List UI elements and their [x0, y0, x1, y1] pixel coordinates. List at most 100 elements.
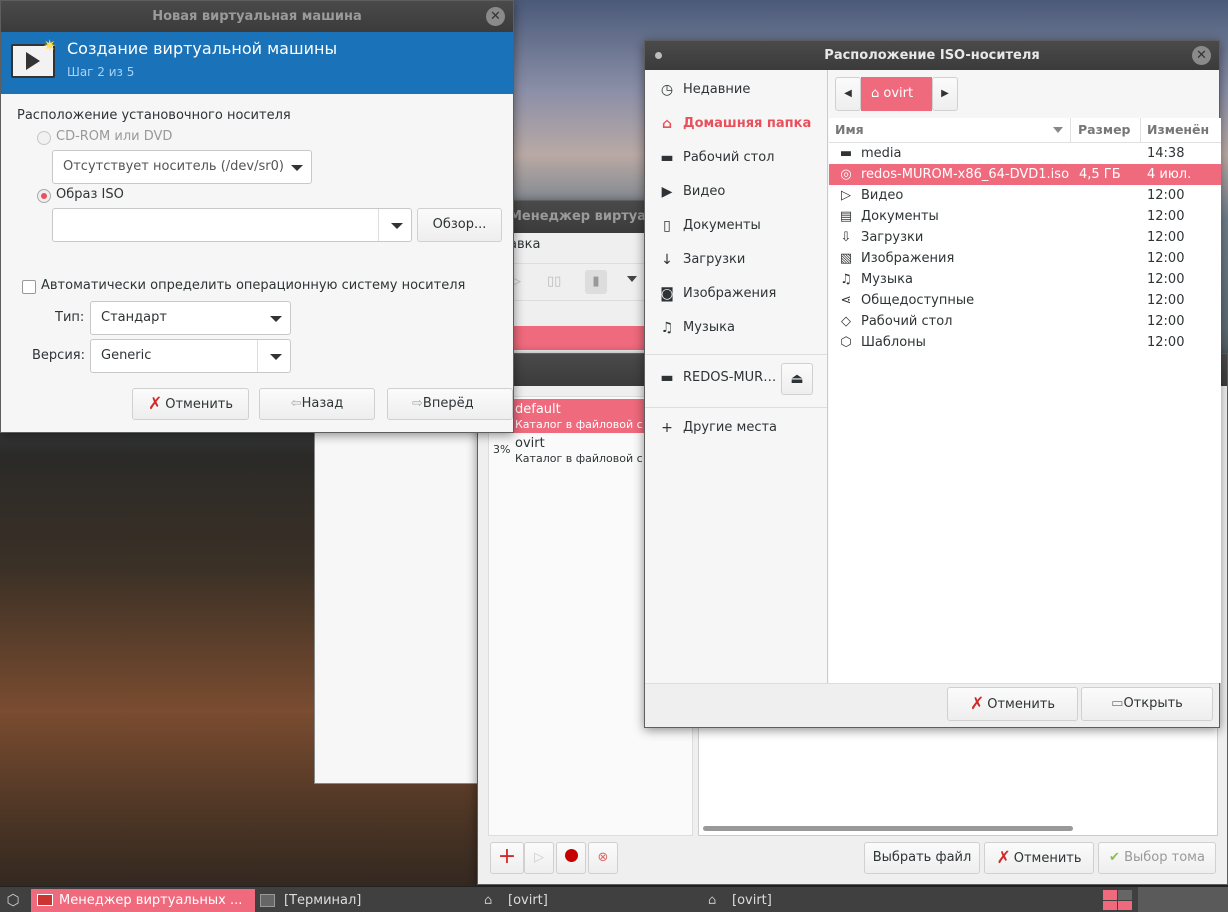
autodetect-label: Автоматически определить операционную си…: [41, 278, 466, 293]
stop-pool-button[interactable]: [556, 842, 586, 874]
pool-usage: 3%: [493, 443, 511, 456]
start-pool-button[interactable]: ▷: [524, 842, 554, 874]
add-pool-button[interactable]: +: [490, 842, 524, 874]
cdrom-select[interactable]: Отсутствует носитель (/dev/sr0): [52, 150, 312, 184]
select-volume-button[interactable]: ✔ Выбор тома: [1098, 842, 1216, 874]
sort-down-icon: [1053, 127, 1063, 133]
file-modified: 12:00: [1147, 335, 1185, 350]
version-select[interactable]: Generic: [90, 339, 291, 373]
taskbar-item-ovirt-1[interactable]: ⌂ [ovirt]: [482, 889, 702, 912]
document-icon: ▯: [663, 218, 671, 234]
pause-icon[interactable]: ▯▯: [547, 274, 561, 289]
pool-name: default: [515, 402, 561, 417]
template-icon: ⬡: [840, 335, 852, 350]
file-row[interactable]: ▤ Документы 12:00: [829, 206, 1221, 227]
close-icon[interactable]: ✕: [486, 7, 505, 26]
place-music[interactable]: ♫ Музыка: [645, 311, 827, 345]
star-icon: ✷: [43, 36, 57, 55]
file-row[interactable]: ▷ Видео 12:00: [829, 185, 1221, 206]
column-name[interactable]: Имя: [835, 118, 864, 142]
file-row[interactable]: ▬ media 14:38: [829, 143, 1221, 164]
type-select[interactable]: Стандарт: [90, 301, 291, 335]
horizontal-scrollbar[interactable]: [703, 826, 1073, 831]
autodetect-checkbox[interactable]: [22, 280, 36, 294]
pool-desc: Каталог в файловой с: [515, 418, 643, 431]
path-forward-button[interactable]: ▶: [932, 77, 958, 111]
chevron-down-icon[interactable]: [391, 223, 403, 229]
eject-button[interactable]: ⏏: [781, 363, 813, 395]
place-downloads[interactable]: ↓ Загрузки: [645, 243, 827, 277]
file-row[interactable]: ▧ Изображения 12:00: [829, 248, 1221, 269]
window-menu-dot[interactable]: [655, 52, 662, 59]
cdrom-radio[interactable]: [37, 131, 51, 145]
choose-file-button[interactable]: Выбрать файл: [864, 842, 980, 874]
taskbar-item-vmm[interactable]: Менеджер виртуальных ...: [31, 889, 255, 912]
file-list: Имя Размер Изменён ▬ media 14:38 ◎ redos-MUR…: [829, 118, 1221, 683]
taskbar-tray: [1138, 887, 1228, 912]
download-icon: ⇩: [840, 230, 852, 245]
file-cancel-button[interactable]: ✗ Отменить: [947, 687, 1078, 721]
close-icon[interactable]: ✕: [1192, 46, 1211, 65]
workspace-switcher[interactable]: [1101, 889, 1135, 911]
power-icon[interactable]: ▮: [585, 270, 607, 294]
column-size[interactable]: Размер: [1078, 118, 1131, 142]
start-menu-icon[interactable]: ⬡: [3, 890, 23, 910]
chevron-down-icon[interactable]: [270, 354, 282, 360]
file-row[interactable]: ⇩ Загрузки 12:00: [829, 227, 1221, 248]
home-icon: ⌂: [708, 893, 717, 908]
music-icon: ♫: [840, 272, 852, 287]
desktop-icon: ◇: [841, 314, 851, 329]
home-icon: ⌂: [484, 893, 493, 908]
cancel-icon: ✗: [147, 394, 163, 414]
folder-open-icon: ▭: [1111, 696, 1124, 711]
file-open-button[interactable]: ▭Открыть: [1081, 687, 1213, 721]
sidebar-divider: [645, 354, 827, 355]
file-name: Общедоступные: [861, 293, 975, 308]
file-modified: 4 июл.: [1147, 167, 1192, 182]
file-list-header: Имя Размер Изменён: [829, 118, 1221, 143]
iso-radio[interactable]: [37, 189, 51, 203]
file-modified: 12:00: [1147, 209, 1185, 224]
chevron-down-icon: [291, 165, 303, 171]
terminal-icon: [260, 894, 275, 907]
place-video[interactable]: ▶ Видео: [645, 175, 827, 209]
chevron-right-icon: ▶: [941, 88, 949, 99]
camera-icon: ◙: [660, 286, 674, 302]
version-label: Версия:: [32, 348, 85, 363]
taskbar-item-ovirt-2[interactable]: ⌂ [ovirt]: [706, 889, 926, 912]
file-dialog-titlebar: Расположение ISO-носителя ✕: [645, 41, 1219, 70]
place-images[interactable]: ◙ Изображения: [645, 277, 827, 311]
browse-button[interactable]: Обзор...: [417, 208, 502, 242]
new-vm-wizard: Новая виртуальная машина ✕ ✷ Создание вир…: [0, 0, 514, 433]
delete-pool-button[interactable]: ⊗: [588, 842, 618, 874]
taskbar-item-terminal[interactable]: [Терминал]: [258, 889, 478, 912]
wizard-back-button[interactable]: ⇦Назад: [259, 388, 375, 420]
file-row[interactable]: ◇ Рабочий стол 12:00: [829, 311, 1221, 332]
wizard-forward-button[interactable]: ⇨Вперёд: [387, 388, 513, 420]
media-section-label: Расположение установочного носителя: [17, 108, 291, 123]
place-other[interactable]: + Другие места: [645, 411, 827, 445]
iso-path-input[interactable]: [52, 208, 412, 242]
path-back-button[interactable]: ◀: [835, 77, 861, 111]
chevron-left-icon: ◀: [844, 88, 852, 99]
place-documents[interactable]: ▯ Документы: [645, 209, 827, 243]
file-row[interactable]: ♫ Музыка 12:00: [829, 269, 1221, 290]
file-modified: 12:00: [1147, 314, 1185, 329]
place-home[interactable]: ⌂ Домашняя папка: [645, 107, 827, 141]
pool-cancel-button[interactable]: ✗ Отменить: [984, 842, 1094, 874]
file-name: media: [861, 146, 902, 161]
wizard-cancel-button[interactable]: ✗ Отменить: [132, 388, 249, 420]
checkmark-icon: ✔: [1109, 850, 1120, 865]
chevron-down-icon: [270, 316, 282, 322]
file-row[interactable]: ⋖ Общедоступные 12:00: [829, 290, 1221, 311]
place-recent[interactable]: ◷ Недавние: [645, 73, 827, 107]
file-row[interactable]: ⬡ Шаблоны 12:00: [829, 332, 1221, 353]
chevron-down-icon[interactable]: [627, 276, 637, 282]
file-row[interactable]: ◎ redos-MUROM-x86_64-DVD1.iso 4,5 ГБ 4 июл.: [829, 164, 1221, 185]
path-button-ovirt[interactable]: ⌂ ovirt: [861, 77, 932, 111]
column-modified[interactable]: Изменён: [1147, 118, 1209, 142]
share-icon: ⋖: [840, 293, 852, 308]
iso-label: Образ ISO: [56, 187, 124, 202]
place-desktop[interactable]: ▬ Рабочий стол: [645, 141, 827, 175]
file-name: Музыка: [861, 272, 913, 287]
